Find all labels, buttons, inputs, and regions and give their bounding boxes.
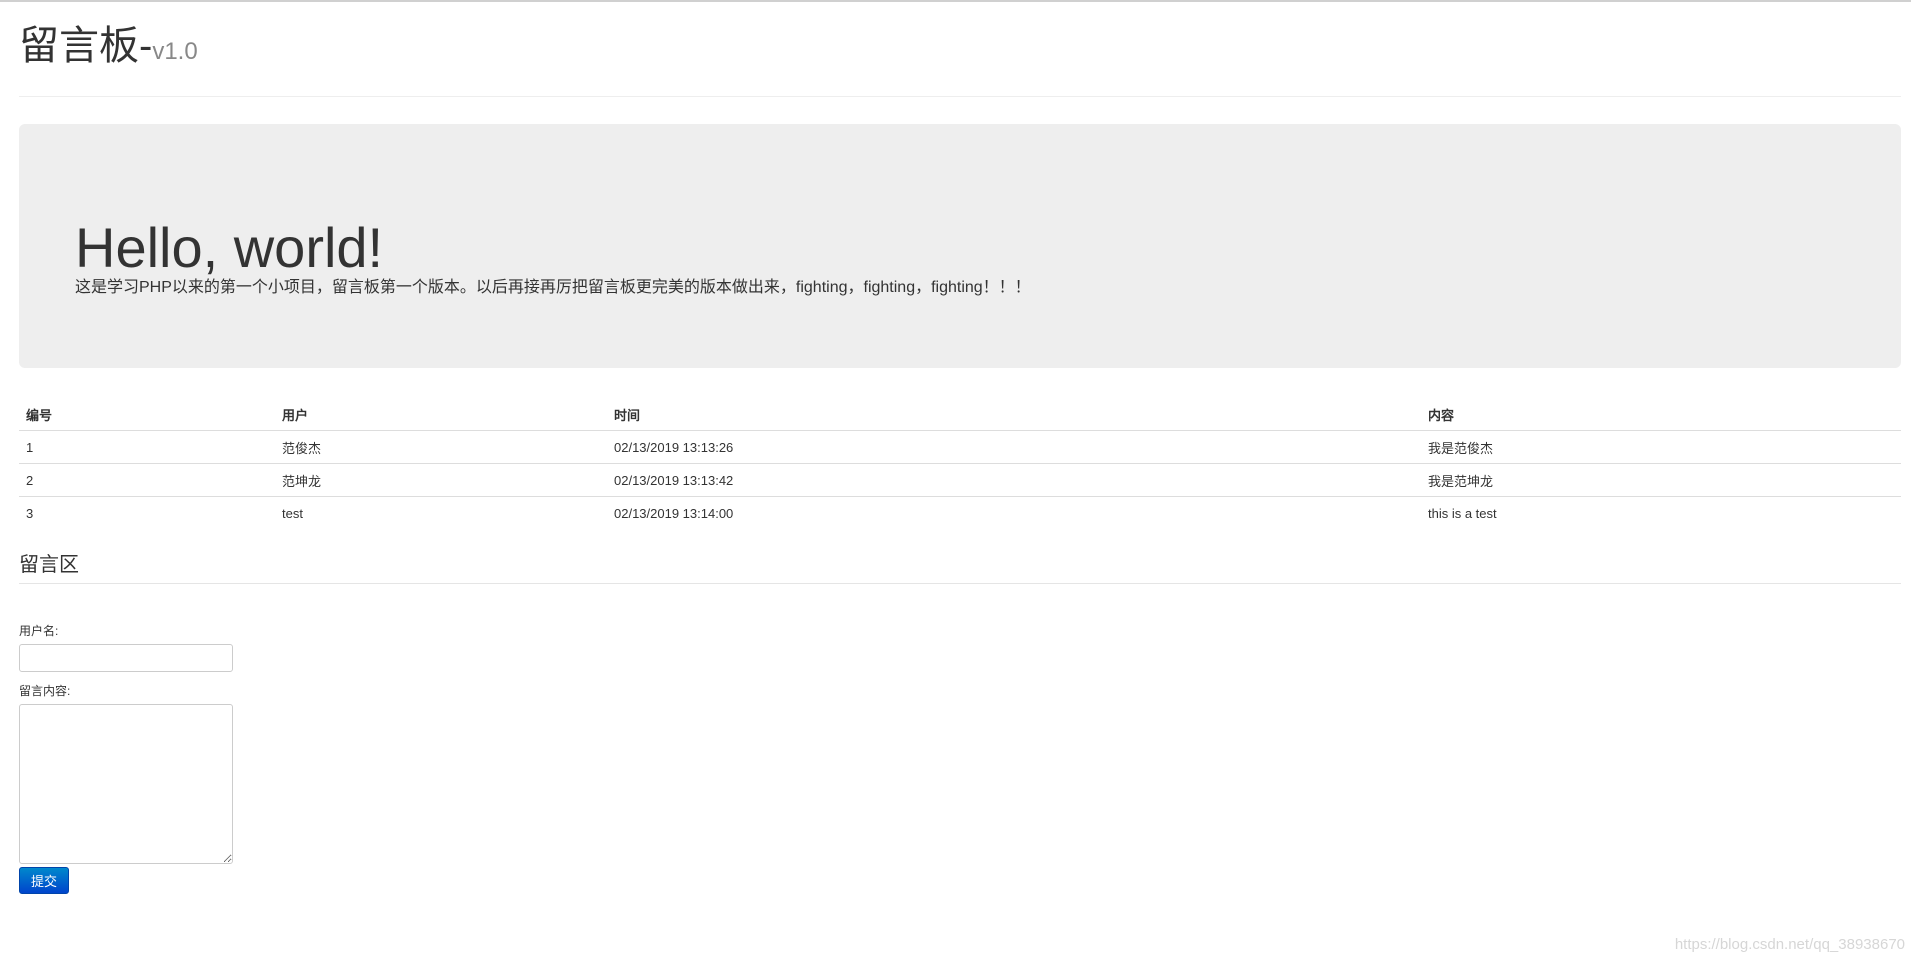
content-textarea[interactable] — [19, 704, 233, 864]
message-section-title: 留言区 — [19, 554, 79, 576]
cell-time: 02/13/2019 13:13:42 — [607, 463, 1421, 497]
cell-id: 2 — [19, 463, 275, 497]
table-row: 3 test 02/13/2019 13:14:00 this is a tes… — [19, 497, 1901, 530]
cell-user: 范坤龙 — [275, 463, 607, 497]
cell-id: 3 — [26, 505, 34, 521]
column-header-id: 编号 — [19, 398, 275, 431]
column-header-time: 时间 — [607, 398, 1421, 431]
messages-table: 编号 用户 时间 内容 1 范俊杰 02/13/2019 13:13:26 我是… — [19, 398, 1901, 529]
table-row: 2 范坤龙 02/13/2019 13:13:42 我是范坤龙 — [19, 463, 1901, 497]
cell-content: this is a test — [1428, 505, 1497, 521]
page-header: 留言板-v1.0 — [19, 20, 1901, 97]
watermark-text: https://blog.csdn.net/qq_38938670 — [1674, 936, 1905, 953]
cell-time: 02/13/2019 13:13:26 — [607, 430, 1421, 464]
column-header-user: 用户 — [275, 398, 607, 431]
top-border — [0, 0, 1911, 2]
cell-user: test — [282, 505, 303, 521]
message-section-header: 留言区 — [19, 548, 1901, 584]
page-title-text: 留言板- — [19, 24, 153, 68]
table-row: 1 范俊杰 02/13/2019 13:13:26 我是范俊杰 — [19, 430, 1901, 464]
content-label: 留言内容: — [19, 684, 71, 698]
username-input[interactable] — [19, 644, 233, 672]
jumbotron: Hello, world! 这是学习PHP以来的第一个小项目，留言板第一个版本。… — [19, 124, 1901, 368]
column-header-content: 内容 — [1421, 398, 1901, 431]
page-title: 留言板-v1.0 — [19, 20, 1901, 78]
version-label: v1.0 — [152, 38, 198, 65]
cell-id: 1 — [19, 430, 275, 464]
submit-button[interactable]: 提交 — [19, 867, 69, 894]
jumbotron-heading: Hello, world! — [75, 216, 384, 279]
cell-time: 02/13/2019 13:14:00 — [614, 505, 734, 521]
cell-user: 范俊杰 — [275, 430, 607, 464]
jumbotron-text: 这是学习PHP以来的第一个小项目，留言板第一个版本。以后再接再厉把留言板更完美的… — [75, 279, 1031, 296]
table-header-row: 编号 用户 时间 内容 — [19, 398, 1901, 431]
cell-content: 我是范俊杰 — [1421, 430, 1901, 464]
cell-content: 我是范坤龙 — [1421, 463, 1901, 497]
username-label: 用户名: — [19, 624, 59, 638]
